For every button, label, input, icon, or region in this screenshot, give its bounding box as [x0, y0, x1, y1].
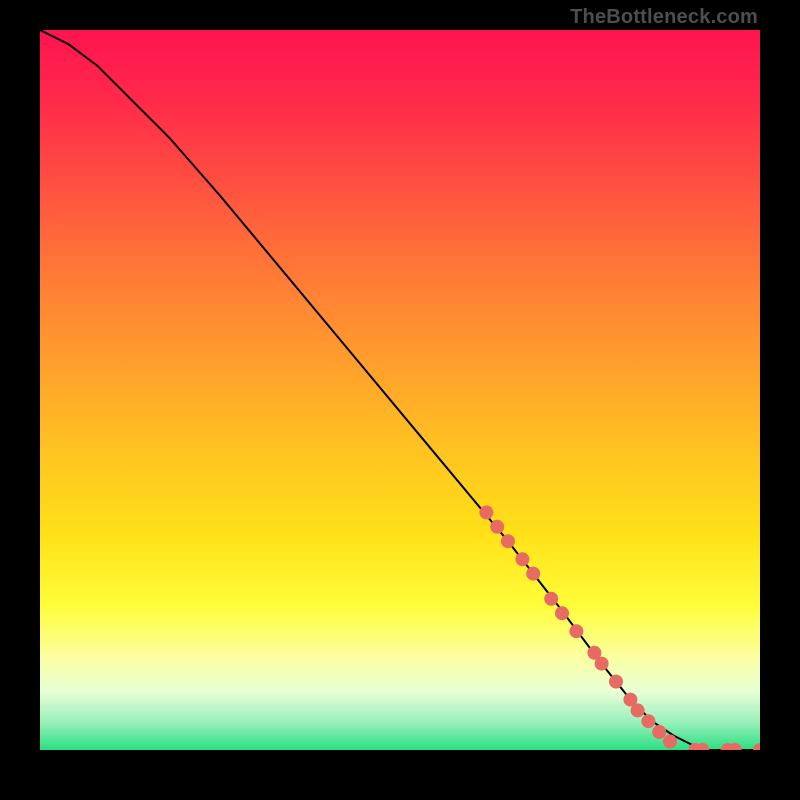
marker-point [753, 743, 760, 750]
marker-point [501, 534, 515, 548]
marker-point [544, 592, 558, 606]
plot-area [40, 30, 760, 750]
marker-point [555, 606, 569, 620]
marker-point [663, 734, 677, 748]
attribution-label: TheBottleneck.com [570, 6, 758, 29]
chart-frame: TheBottleneck.com [0, 0, 800, 800]
marker-point [652, 725, 666, 739]
marker-point [526, 567, 540, 581]
marker-point [569, 624, 583, 638]
marker-group [479, 505, 760, 750]
marker-point [595, 657, 609, 671]
marker-point [641, 714, 655, 728]
plot-overlay [40, 30, 760, 750]
marker-point [479, 505, 493, 519]
marker-point [515, 552, 529, 566]
curve-line [40, 30, 760, 750]
marker-point [490, 520, 504, 534]
marker-point [631, 703, 645, 717]
marker-point [609, 675, 623, 689]
